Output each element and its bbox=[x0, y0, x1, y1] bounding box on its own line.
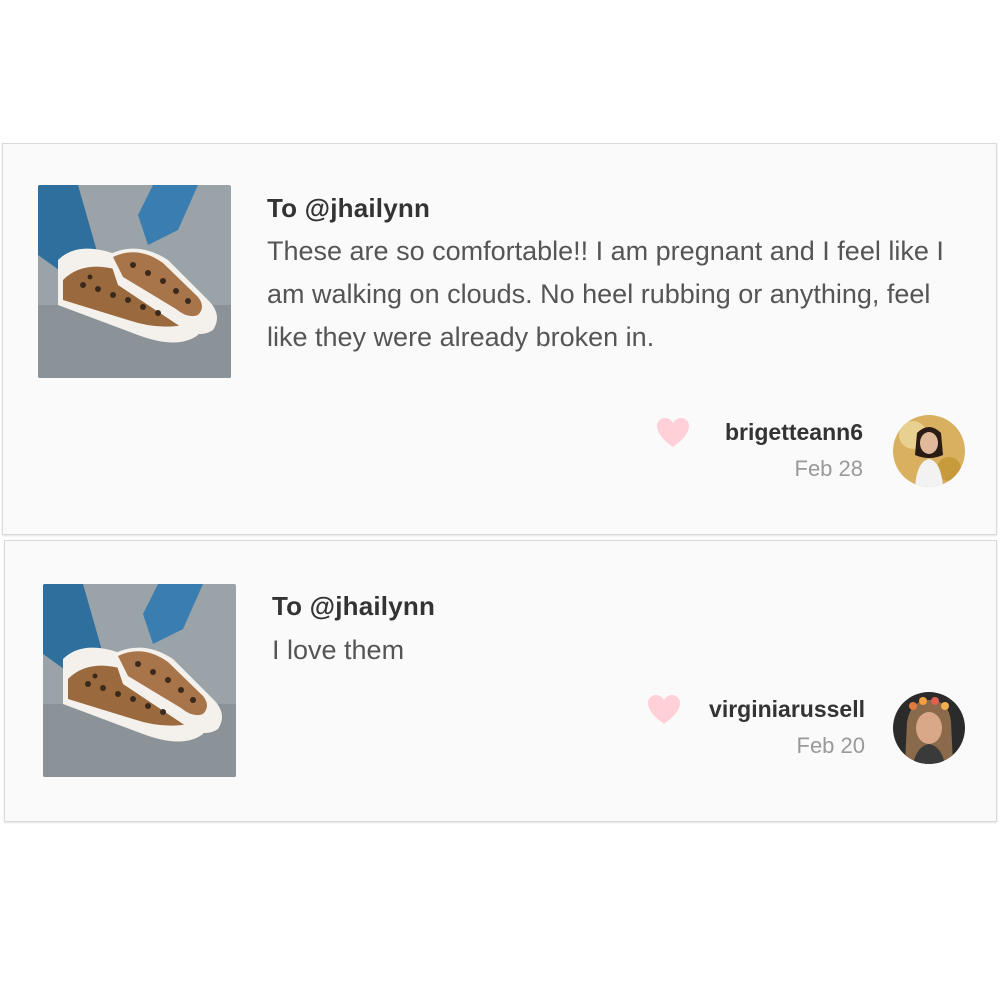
avatar-photo bbox=[893, 415, 965, 487]
recipient-label: To @jhailynn bbox=[272, 591, 436, 621]
heart-icon[interactable] bbox=[655, 415, 691, 451]
avatar-photo bbox=[893, 692, 965, 764]
author-info: virginiarussell Feb 20 bbox=[709, 696, 865, 759]
review-card: To @jhailynn I love them virginiarussell… bbox=[4, 540, 997, 822]
comment-text: I love them bbox=[272, 635, 405, 665]
product-thumbnail[interactable] bbox=[38, 185, 231, 378]
username[interactable]: virginiarussell bbox=[709, 696, 865, 723]
author-info: brigetteann6 Feb 28 bbox=[725, 419, 863, 482]
comment-date: Feb 20 bbox=[796, 733, 866, 758]
avatar[interactable] bbox=[893, 415, 965, 487]
sneaker-photo-image bbox=[43, 584, 236, 777]
heart-icon[interactable] bbox=[646, 692, 682, 728]
recipient-label: To @jhailynn bbox=[267, 193, 431, 223]
username[interactable]: brigetteann6 bbox=[725, 419, 863, 446]
sneaker-photo-image bbox=[38, 185, 231, 378]
review-card: To @jhailynn These are so comfortable!! … bbox=[2, 143, 997, 535]
avatar[interactable] bbox=[893, 692, 965, 764]
product-thumbnail[interactable] bbox=[43, 584, 236, 777]
comment-date: Feb 28 bbox=[794, 456, 864, 481]
comment-text: These are so comfortable!! I am pregnant… bbox=[267, 236, 944, 352]
